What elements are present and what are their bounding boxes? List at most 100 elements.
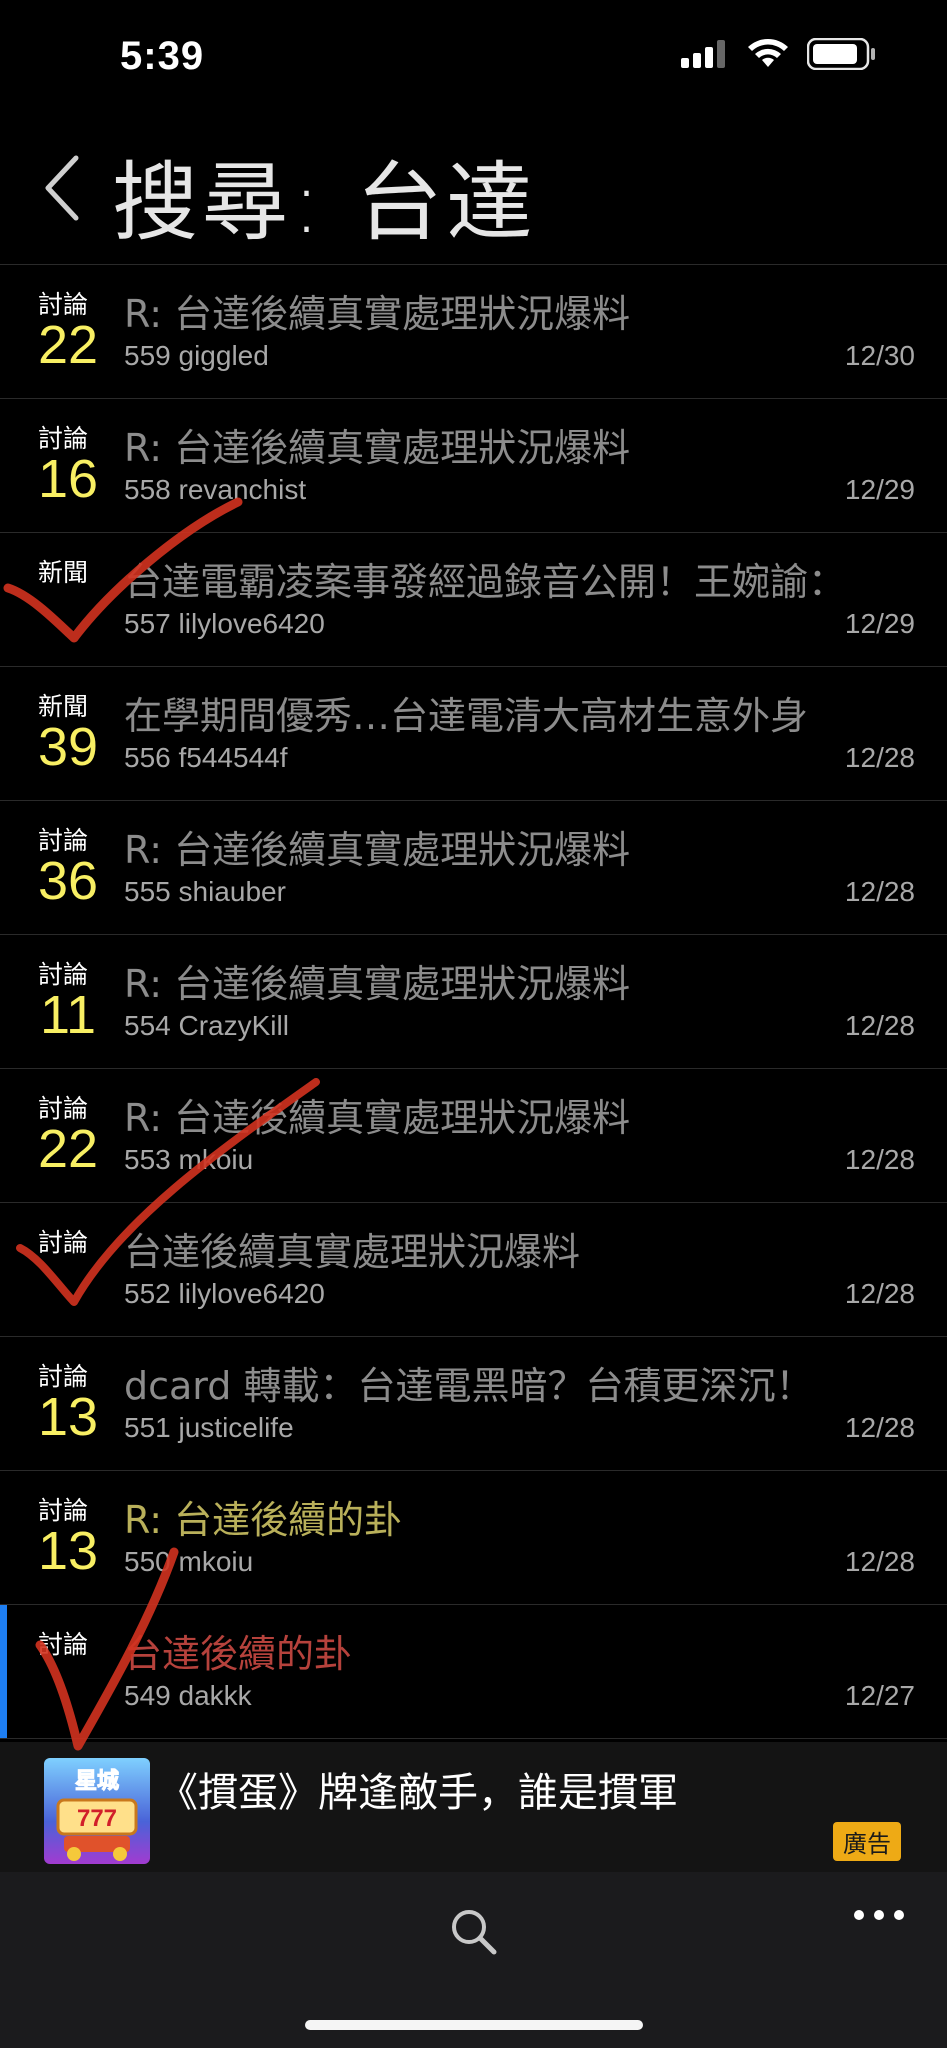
- post-date: 12/28: [844, 1278, 915, 1309]
- post-meta: 559 giggled: [124, 340, 269, 372]
- list-item[interactable]: 討論 16 R: 台達後續真實處理狀況爆料 558 revanchist 12/…: [0, 399, 947, 533]
- post-meta: 555 shiauber: [124, 876, 286, 908]
- result-list: 討論 22 R: 台達後續真實處理狀況爆料 559 giggled 12/30 …: [0, 265, 947, 1739]
- status-bar: 5:39: [0, 0, 947, 110]
- header: 搜尋: 台達: [0, 110, 947, 265]
- post-date: 12/28: [844, 876, 915, 907]
- post-date: 12/29: [844, 474, 915, 505]
- post-title: R: 台達後續的卦: [124, 1498, 403, 1542]
- ad-app-icon: 星城 777: [44, 1758, 150, 1864]
- chevron-left-icon: [45, 155, 79, 221]
- post-author: f544544f: [178, 742, 288, 773]
- post-title: 台達後續的卦: [124, 1632, 353, 1676]
- post-date: 12/28: [844, 1412, 915, 1443]
- reply-count: 13: [37, 1387, 99, 1447]
- post-meta: 552 lilylove6420: [124, 1278, 325, 1310]
- ad-icon-number: 777: [77, 1805, 117, 1832]
- post-author: shiauber: [178, 876, 286, 907]
- wifi-icon: [748, 39, 788, 67]
- post-date: 12/28: [844, 1546, 915, 1577]
- post-author: justicelife: [178, 1412, 294, 1443]
- reply-count: 13: [37, 1521, 99, 1581]
- post-author: mkoiu: [178, 1144, 254, 1175]
- post-title: R: 台達後續真實處理狀況爆料: [124, 1096, 631, 1140]
- post-title: R: 台達後續真實處理狀況爆料: [124, 426, 631, 470]
- status-time: 5:39: [120, 34, 205, 78]
- list-item[interactable]: 討論 22 R: 台達後續真實處理狀況爆料 559 giggled 12/30: [0, 265, 947, 399]
- list-item[interactable]: 討論 13 dcard 轉載：台達電黑暗？台積更深沉！ 551 justicel…: [0, 1337, 947, 1471]
- more-button[interactable]: [849, 1900, 909, 1930]
- post-title: 台達後續真實處理狀況爆料: [124, 1230, 581, 1274]
- reply-count: 36: [37, 851, 99, 911]
- reply-count: 11: [39, 985, 97, 1045]
- post-number: 555: [124, 876, 171, 907]
- post-number: 552: [124, 1278, 171, 1309]
- post-author: lilylove6420: [178, 1278, 325, 1309]
- post-meta: 553 mkoiu: [124, 1144, 253, 1176]
- post-author: lilylove6420: [178, 608, 325, 639]
- post-number: 553: [124, 1144, 171, 1175]
- post-author: revanchist: [178, 474, 307, 505]
- post-author: giggled: [178, 340, 269, 371]
- reply-count: 39: [37, 717, 99, 777]
- category-label: 討論: [38, 1630, 89, 1659]
- post-author: CrazyKill: [178, 1010, 289, 1041]
- search-icon: [452, 1910, 497, 1955]
- bottom-toolbar: [0, 1872, 947, 2048]
- ad-badge: 廣告: [833, 1822, 901, 1861]
- post-date: 12/28: [844, 1010, 915, 1041]
- post-number: 550: [124, 1546, 171, 1577]
- post-number: 551: [124, 1412, 171, 1443]
- post-number: 554: [124, 1010, 171, 1041]
- battery-icon: [807, 38, 875, 70]
- post-date: 12/28: [844, 1144, 915, 1175]
- post-number: 549: [124, 1680, 171, 1711]
- post-number: 557: [124, 608, 171, 639]
- post-meta: 549 dakkk: [124, 1680, 252, 1712]
- list-item[interactable]: 討論 22 R: 台達後續真實處理狀況爆料 553 mkoiu 12/28: [0, 1069, 947, 1203]
- post-title: R: 台達後續真實處理狀況爆料: [124, 828, 631, 872]
- ad-icon-text: 星城: [75, 1768, 119, 1794]
- post-date: 12/28: [844, 742, 915, 773]
- post-title: R: 台達後續真實處理狀況爆料: [124, 292, 631, 336]
- post-number: 559: [124, 340, 171, 371]
- home-indicator[interactable]: [305, 2020, 643, 2030]
- post-meta: 556 f544544f: [124, 742, 288, 774]
- list-item[interactable]: 討論 36 R: 台達後續真實處理狀況爆料 555 shiauber 12/28: [0, 801, 947, 935]
- reply-count: 22: [37, 315, 99, 375]
- post-title: dcard 轉載：台達電黑暗？台積更深沉！: [124, 1364, 814, 1408]
- post-author: mkoiu: [178, 1546, 254, 1577]
- post-meta: 551 justicelife: [124, 1412, 294, 1444]
- post-date: 12/29: [844, 608, 915, 639]
- list-item[interactable]: 新聞 39 在學期間優秀…台達電清大高材生意外身 556 f544544f 12…: [0, 667, 947, 801]
- post-meta: 557 lilylove6420: [124, 608, 325, 640]
- list-item[interactable]: 討論 11 R: 台達後續真實處理狀況爆料 554 CrazyKill 12/2…: [0, 935, 947, 1069]
- ad-banner[interactable]: 星城 777 《摜蛋》牌逢敵手，誰是摜軍 廣告: [0, 1742, 947, 1872]
- more-horizontal-icon: [854, 1910, 904, 1920]
- list-item[interactable]: 新聞 台達電霸凌案事發經過錄音公開！王婉諭： 557 lilylove6420 …: [0, 533, 947, 667]
- category-label: 討論: [38, 1228, 89, 1257]
- reply-count: 22: [37, 1119, 99, 1179]
- post-meta: 554 CrazyKill: [124, 1010, 289, 1042]
- post-date: 12/27: [844, 1680, 915, 1711]
- post-date: 12/30: [844, 340, 915, 371]
- status-icons: [681, 38, 877, 70]
- post-meta: 558 revanchist: [124, 474, 306, 506]
- page-title: 搜尋: 台達: [112, 153, 537, 253]
- post-title: 台達電霸凌案事發經過錄音公開！王婉諭：: [124, 560, 847, 604]
- post-author: dakkk: [178, 1680, 252, 1711]
- ad-text: 《摜蛋》牌逢敵手，誰是摜軍: [158, 1770, 678, 1816]
- back-button[interactable]: [40, 148, 90, 228]
- list-item[interactable]: 討論 台達後續真實處理狀況爆料 552 lilylove6420 12/28: [0, 1203, 947, 1337]
- list-item[interactable]: 討論 13 R: 台達後續的卦 550 mkoiu 12/28: [0, 1471, 947, 1605]
- cellular-signal-icon: [681, 40, 725, 68]
- reply-count: 16: [37, 449, 99, 509]
- post-title: R: 台達後續真實處理狀況爆料: [124, 962, 631, 1006]
- post-number: 558: [124, 474, 171, 505]
- slot-machine-icon: 星城 777: [44, 1758, 150, 1864]
- list-item-selected[interactable]: 討論 台達後續的卦 549 dakkk 12/27: [0, 1605, 947, 1739]
- post-number: 556: [124, 742, 171, 773]
- category-label: 新聞: [38, 558, 89, 587]
- post-meta: 550 mkoiu: [124, 1546, 253, 1578]
- search-button[interactable]: [448, 1906, 500, 1958]
